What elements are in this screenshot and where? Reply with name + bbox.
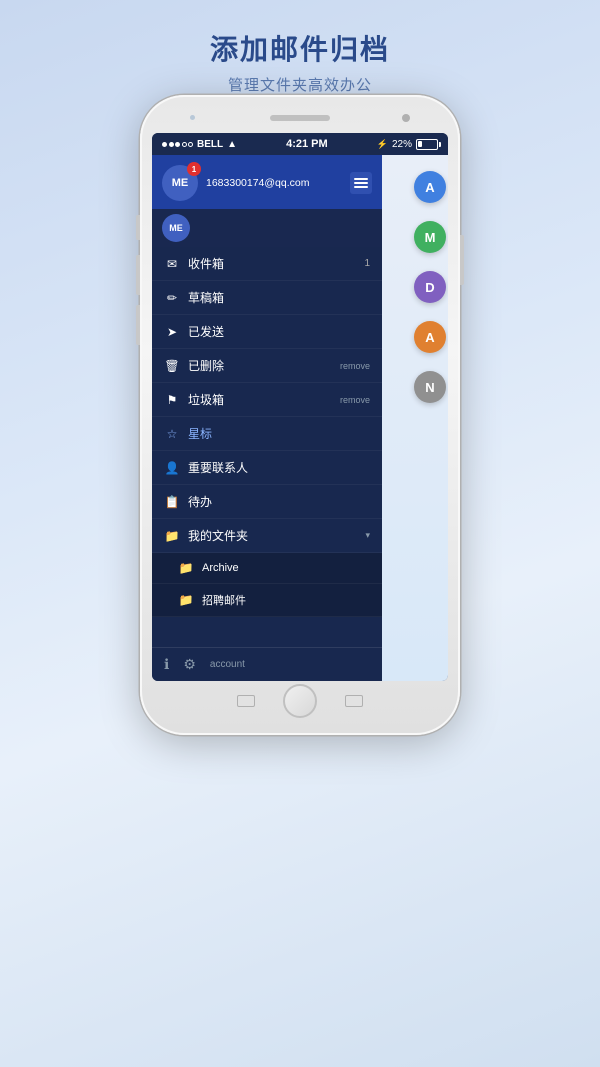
signal-dots <box>162 142 193 147</box>
sidebar-item-sent[interactable]: ➤ 已发送 <box>152 315 382 349</box>
spam-icon: ⚑ <box>164 393 180 407</box>
sidebar-item-label: Archive <box>202 562 370 574</box>
star-icon: ☆ <box>164 427 180 441</box>
volume-down-button <box>136 305 140 345</box>
signal-dot-3 <box>175 142 180 147</box>
sidebar-item-recruitment[interactable]: 📁 招聘邮件 <box>152 584 382 617</box>
sidebar-header[interactable]: ME 1 1683300174@qq.com <box>152 155 382 209</box>
battery-box <box>416 139 438 150</box>
settings-icon[interactable]: ⚙ <box>183 656 196 673</box>
wifi-icon: ▲ <box>227 139 237 150</box>
inbox-icon: ✉ <box>164 257 180 271</box>
hamburger-icon[interactable] <box>350 172 372 194</box>
signal-dot-5 <box>188 142 193 147</box>
sidebar-footer: ℹ ⚙ account <box>152 647 382 681</box>
subfolder-icon: 📁 <box>178 593 194 607</box>
phone-speaker <box>270 115 330 121</box>
fab-container: A M D A N <box>410 155 448 419</box>
subfolder-icon: 📁 <box>178 561 194 575</box>
signal-dot-2 <box>169 142 174 147</box>
avatar-small: ME <box>162 214 190 242</box>
sidebar-item-label: 我的文件夹 <box>188 527 357 544</box>
signal-dot-1 <box>162 142 167 147</box>
menu-line-1 <box>354 178 368 180</box>
sidebar-item-todo[interactable]: 📋 待办 <box>152 485 382 519</box>
status-bar: BELL ▲ 4:21 PM ⚡ 22% <box>152 133 448 155</box>
fab-m[interactable]: M <box>414 221 446 253</box>
battery-fill <box>418 141 422 147</box>
sidebar-item-label: 重要联系人 <box>188 459 370 476</box>
phone-screen: BELL ▲ 4:21 PM ⚡ 22% ME <box>152 133 448 681</box>
phone-navigation <box>152 685 448 717</box>
recents-button[interactable] <box>345 695 363 707</box>
account-label: account <box>210 659 245 670</box>
sidebar-item-starred[interactable]: ☆ 星标 <box>152 417 382 451</box>
status-left: BELL ▲ <box>162 139 237 150</box>
power-button <box>460 235 464 285</box>
avatar[interactable]: ME 1 <box>162 165 198 201</box>
avatar-badge: 1 <box>187 162 201 176</box>
phone-sensor <box>190 115 195 120</box>
sidebar-item-spam[interactable]: ⚑ 垃圾箱 remove <box>152 383 382 417</box>
volume-up-button <box>136 255 140 295</box>
phone-frame: BELL ▲ 4:21 PM ⚡ 22% ME <box>140 95 460 735</box>
drafts-icon: ✏ <box>164 291 180 305</box>
remove-label: remove <box>340 361 370 371</box>
avatar-label: ME <box>172 177 189 189</box>
remove-label: remove <box>340 395 370 405</box>
carrier-name: BELL <box>197 139 223 150</box>
account-row[interactable]: ME <box>152 209 382 247</box>
sidebar-item-archive[interactable]: 📁 Archive <box>152 553 382 584</box>
todo-icon: 📋 <box>164 495 180 509</box>
sidebar-item-label: 星标 <box>188 425 370 442</box>
sidebar-item-inbox[interactable]: ✉ 收件箱 1 <box>152 247 382 281</box>
volume-mute-button <box>136 215 140 240</box>
sidebar-item-label: 已发送 <box>188 323 370 340</box>
sidebar-item-myfolder[interactable]: 📁 我的文件夹 ▾ <box>152 519 382 553</box>
fab-a1[interactable]: A <box>414 171 446 203</box>
status-time: 4:21 PM <box>286 138 328 150</box>
folder-icon: 📁 <box>164 529 180 543</box>
sidebar-item-deleted[interactable]: 🗑 已删除 remove <box>152 349 382 383</box>
sidebar-item-contacts[interactable]: 👤 重要联系人 <box>152 451 382 485</box>
battery-percent: 22% <box>392 139 412 150</box>
phone-camera <box>402 114 410 122</box>
sidebar-item-label: 招聘邮件 <box>202 592 370 608</box>
sidebar-email: 1683300174@qq.com <box>206 177 342 189</box>
home-button[interactable] <box>283 684 317 718</box>
phone-top-bar <box>152 107 448 129</box>
status-right: ⚡ 22% <box>377 139 438 150</box>
inbox-badge: 1 <box>364 258 370 269</box>
chevron-down-icon: ▾ <box>365 530 370 541</box>
sidebar-item-label: 已删除 <box>188 357 332 374</box>
menu-line-2 <box>354 182 368 184</box>
trash-icon: 🗑 <box>164 359 180 373</box>
sidebar-item-label: 草稿箱 <box>188 289 370 306</box>
fab-a2[interactable]: A <box>414 321 446 353</box>
contacts-icon: 👤 <box>164 461 180 475</box>
page-title-sub: 管理文件夹高效办公 <box>0 74 600 95</box>
screen-content: ME 1 1683300174@qq.com ME <box>152 155 448 681</box>
menu-line-3 <box>354 186 368 188</box>
sidebar-item-label: 垃圾箱 <box>188 391 332 408</box>
signal-dot-4 <box>182 142 187 147</box>
screen-right: A M D A N <box>382 155 448 681</box>
menu-list: ✉ 收件箱 1 ✏ 草稿箱 ➤ 已发送 🗑 已删除 <box>152 247 382 647</box>
back-button[interactable] <box>237 695 255 707</box>
bluetooth-icon: ⚡ <box>377 139 388 150</box>
page-title-main: 添加邮件归档 <box>0 28 600 68</box>
sidebar-item-drafts[interactable]: ✏ 草稿箱 <box>152 281 382 315</box>
sent-icon: ➤ <box>164 325 180 339</box>
battery-icon <box>416 139 438 150</box>
info-icon[interactable]: ℹ <box>164 656 169 673</box>
sidebar-item-label: 收件箱 <box>188 255 356 272</box>
fab-d[interactable]: D <box>414 271 446 303</box>
sidebar: ME 1 1683300174@qq.com ME <box>152 155 382 681</box>
sidebar-item-label: 待办 <box>188 493 370 510</box>
fab-n[interactable]: N <box>414 371 446 403</box>
